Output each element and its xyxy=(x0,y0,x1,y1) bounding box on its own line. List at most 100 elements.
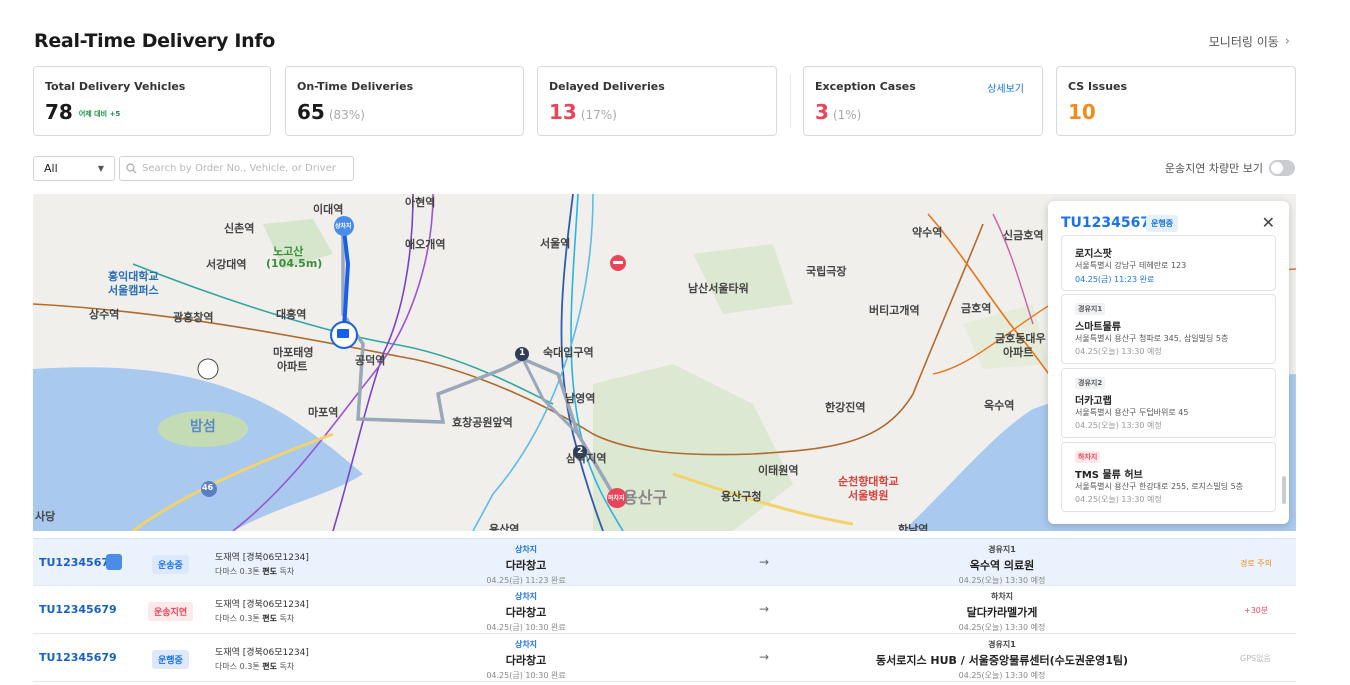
arrow-right-icon: → xyxy=(759,650,770,664)
map-label: 서울역 xyxy=(540,237,571,250)
dest-col: 하차지 달다카라멜가게 04.25(오늘) 13:30 예정 xyxy=(852,591,1152,633)
origin-type: 상차지 xyxy=(514,592,538,601)
kpi-value: 13 (17%) xyxy=(549,100,617,124)
dest-type: 경유지1 xyxy=(988,640,1016,649)
filter-select[interactable]: All ▼ xyxy=(33,156,115,181)
monitor-link[interactable]: 모니터링 이동 › xyxy=(1209,33,1290,50)
origin-name: 다라창고 xyxy=(505,606,547,619)
origin-col: 상차지 다라창고 04.25(금) 10:30 완료 xyxy=(426,591,626,633)
status-badge: 운송중 xyxy=(152,555,189,574)
row-driver: 도재역 [경북06모1234] 다마스 0.3톤 편도 독차 xyxy=(215,552,309,578)
row-note: +30분 xyxy=(1244,606,1269,615)
dest-type: 하차지 xyxy=(990,592,1014,601)
table-row[interactable]: TU12345679 운행중 도재역 [경북06모1234] 다마스 0.3톤 … xyxy=(33,634,1296,682)
stop-time: 04.25(오늘) 13:30 예정 xyxy=(1075,347,1162,356)
exception-detail-link[interactable]: 상세보기 xyxy=(987,80,1024,95)
map-label: (104.5m) xyxy=(266,257,323,270)
arrow-right-icon: → xyxy=(759,602,770,616)
arrow-right-icon: → xyxy=(759,555,770,569)
map-label: 밤섬 xyxy=(190,419,216,435)
filter-select-value: All xyxy=(44,162,58,175)
origin-type: 상차지 xyxy=(514,640,538,649)
vehicle-info: 다마스 0.3톤 편도 독차 xyxy=(215,614,295,623)
popup-status-badge: 운행중 xyxy=(1146,215,1179,232)
map-label: 이태원역 xyxy=(758,464,799,477)
kpi-label: On-Time Deliveries xyxy=(297,80,414,93)
map-label: 숙대입구역 xyxy=(543,346,594,359)
dest-col: 경유지1 옥수역 의료원 04.25(오늘) 13:30 예정 xyxy=(852,544,1152,586)
map-label: 버티고개역 xyxy=(869,304,920,317)
kpi-sub: 어제 대비 +5 xyxy=(78,109,121,118)
kpi-pct: (17%) xyxy=(580,108,617,122)
map-label: 신금호역 xyxy=(1003,229,1044,242)
stop-card[interactable]: 로지스팟 서울특별시 강남구 테헤란로 123 04.25(금) 11:23 완… xyxy=(1061,235,1276,291)
page-title: Real-Time Delivery Info xyxy=(34,30,276,52)
truck-icon xyxy=(106,554,122,570)
dest-type: 경유지1 xyxy=(988,545,1016,554)
dest-col: 경유지1 동서로지스 HUB / 서울중앙물류센터(수도권운영1팀) 04.25… xyxy=(852,639,1152,681)
dest-name: 동서로지스 HUB / 서울중앙물류센터(수도권운영1팀) xyxy=(875,654,1129,667)
map-label: 광흥창역 xyxy=(173,311,214,324)
dest-time: 04.25(오늘) 13:30 예정 xyxy=(958,576,1046,585)
popup-scrollbar[interactable] xyxy=(1282,476,1286,504)
stop-name: 로지스팟 xyxy=(1075,249,1112,260)
driver-name: 도재역 [경북06모1234] xyxy=(215,648,309,658)
row-note: 경로 주의 xyxy=(1240,559,1272,568)
stop-time: 04.25(금) 11:23 완료 xyxy=(1075,275,1155,284)
kpi-value: 78 어제 대비 +5 xyxy=(45,100,121,124)
stop-tag: 경유지2 xyxy=(1075,377,1106,389)
map-label: 대흥역 xyxy=(276,308,307,321)
map-label: 국립극장 xyxy=(806,265,847,278)
delay-toggle-switch[interactable] xyxy=(1269,160,1295,176)
row-vehicle-id[interactable]: TU12345679 xyxy=(39,651,117,664)
chevron-right-icon: › xyxy=(1284,34,1290,49)
delay-toggle: 운송지연 차량만 보기 xyxy=(1165,160,1295,176)
stop-name: 스마트물류 xyxy=(1075,322,1121,333)
map-label: 용산역 xyxy=(489,523,520,531)
stop-time: 04.25(오늘) 13:30 예정 xyxy=(1075,421,1162,430)
table-row[interactable]: TU12345679 운송중 도재역 [경북06모1234] 다마스 0.3톤 … xyxy=(33,538,1296,586)
kpi-exception: Exception Cases 상세보기 3 (1%) xyxy=(803,66,1043,136)
driver-name: 도재역 [경북06모1234] xyxy=(215,600,309,610)
kpi-cards: Total Delivery Vehicles 78 어제 대비 +5 On-Ti… xyxy=(33,66,1296,136)
kpi-cs-issues: CS Issues 10 xyxy=(1056,66,1296,136)
caret-down-icon: ▼ xyxy=(97,164,104,173)
map-label: 이대역 xyxy=(313,203,344,216)
stop-card[interactable]: 경유지2 더카고랩 서울특별시 용산구 두텁바위로 45 04.25(오늘) 1… xyxy=(1061,368,1276,438)
kpi-label: CS Issues xyxy=(1068,80,1128,93)
map-label: 서울병원 xyxy=(848,489,889,502)
origin-name: 다라창고 xyxy=(505,654,547,667)
kpi-pct: (83%) xyxy=(328,108,365,122)
stop-tag: 경유지1 xyxy=(1075,303,1106,315)
vehicle-info: 다마스 0.3톤 편도 독차 xyxy=(215,662,295,671)
map-label: 서울캠퍼스 xyxy=(108,284,159,297)
stop-name: TMS 물류 허브 xyxy=(1075,470,1143,481)
vehicle-popup: TU12345678 운행중 ✕ 로지스팟 서울특별시 강남구 테헤란로 123… xyxy=(1048,201,1289,524)
origin-name: 다라창고 xyxy=(505,559,547,572)
status-badge: 운행중 xyxy=(152,650,189,669)
stop-card[interactable]: 하차지 TMS 물류 허브 서울특별시 용산구 한강대로 255, 로지스빌딩 … xyxy=(1061,442,1276,512)
route-node-label: 1 xyxy=(519,348,526,358)
origin-col: 상차지 다라창고 04.25(금) 11:23 완료 xyxy=(426,544,626,586)
kpi-label: Total Delivery Vehicles xyxy=(45,80,186,93)
map-label: 용산구 xyxy=(623,488,668,507)
dest-name: 달다카라멜가게 xyxy=(966,606,1038,619)
kpi-value: 3 (1%) xyxy=(815,100,862,124)
map-label: 효창공원앞역 xyxy=(452,416,513,429)
row-vehicle-id[interactable]: TU12345679 xyxy=(39,603,117,616)
search-input[interactable] xyxy=(142,163,342,174)
map-label: 한남역 xyxy=(898,523,929,531)
origin-time: 04.25(금) 10:30 완료 xyxy=(486,671,566,680)
stop-card[interactable]: 경유지1 스마트물류 서울특별시 용산구 청파로 345, 삼일빌딩 5층 04… xyxy=(1061,294,1276,364)
map-label: 삼각지역 xyxy=(566,452,607,465)
map-label: 서강대역 xyxy=(206,258,247,271)
map-label: 아파트 xyxy=(277,360,308,373)
map-label: 아현역 xyxy=(405,196,436,209)
close-icon[interactable]: ✕ xyxy=(1262,213,1275,232)
stop-address: 서울특별시 용산구 한강대로 255, 로지스빌딩 5층 xyxy=(1075,482,1244,491)
monitor-link-label: 모니터링 이동 xyxy=(1208,35,1279,49)
table-row[interactable]: TU12345679 운송지연 도재역 [경북06모1234] 다마스 0.3톤… xyxy=(33,586,1296,634)
origin-col: 상차지 다라창고 04.25(금) 10:30 완료 xyxy=(426,639,626,681)
kpi-total-vehicles: Total Delivery Vehicles 78 어제 대비 +5 xyxy=(33,66,271,136)
kpi-value: 65 (83%) xyxy=(297,100,365,124)
